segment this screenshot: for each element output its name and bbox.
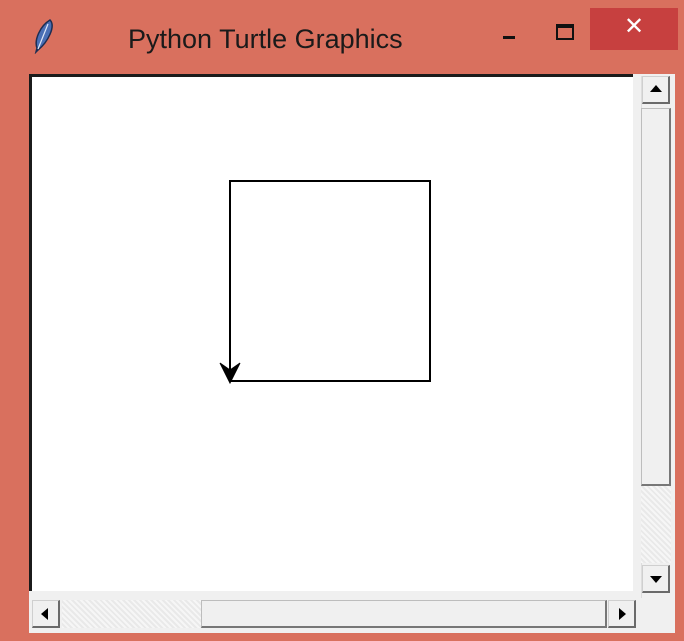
client-area [29,74,675,633]
turtle-window: Python Turtle Graphics ✕ [0,0,684,641]
close-icon: ✕ [623,13,645,40]
scroll-left-button[interactable] [32,600,60,628]
feather-icon [34,19,53,54]
horizontal-scroll-thumb[interactable] [201,600,607,628]
close-button[interactable]: ✕ [590,8,678,50]
scroll-right-button[interactable] [608,600,636,628]
vertical-scroll-thumb[interactable] [641,108,671,486]
minimize-button[interactable] [482,8,532,50]
turtle-canvas[interactable] [29,74,633,591]
square-path [229,180,431,382]
maximize-button[interactable] [540,8,590,50]
drawing-surface [219,180,431,385]
title-bar[interactable]: Python Turtle Graphics ✕ [0,0,684,70]
window-title: Python Turtle Graphics [128,24,403,54]
scroll-down-button[interactable] [642,565,670,593]
scroll-up-button[interactable] [642,76,670,104]
